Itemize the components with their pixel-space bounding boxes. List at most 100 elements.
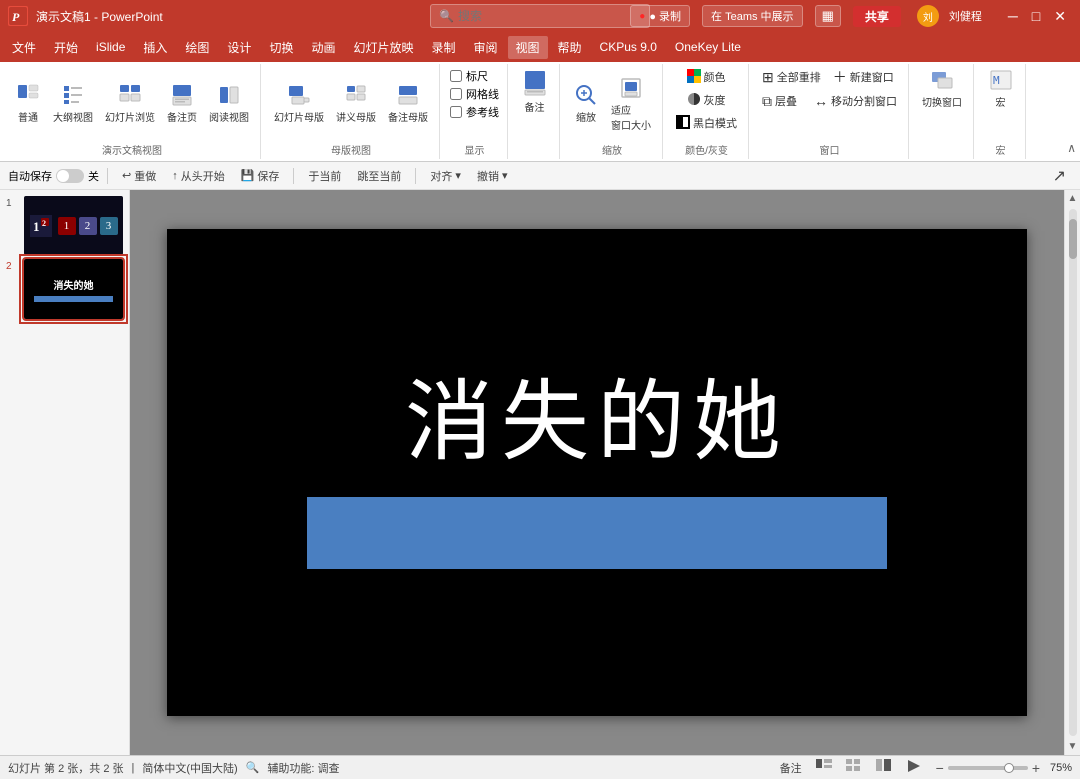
outline-view-btn[interactable]: 大纲视图 bbox=[48, 81, 98, 127]
canvas-area[interactable]: 消失的她 bbox=[130, 190, 1064, 755]
slide-info: 幻灯片 第 2 张，共 2 张 bbox=[8, 760, 124, 776]
comments-btn[interactable]: 备注 bbox=[776, 759, 806, 777]
handout-master-btn[interactable]: 讲义母版 bbox=[331, 81, 381, 127]
menu-home[interactable]: 开始 bbox=[46, 36, 86, 59]
menu-file[interactable]: 文件 bbox=[4, 36, 44, 59]
align-btn[interactable]: 对齐 ▾ bbox=[424, 166, 467, 186]
num1: 1 bbox=[58, 217, 76, 235]
zoom-out-btn[interactable]: − bbox=[936, 760, 944, 776]
search-bar[interactable]: 🔍 bbox=[430, 4, 650, 28]
reading-view-status-btn[interactable] bbox=[872, 758, 896, 777]
normal-view-btn[interactable]: 普通 bbox=[10, 81, 46, 127]
save-btn[interactable]: 💾 保存 bbox=[235, 166, 286, 186]
share-label: 共享 bbox=[865, 8, 889, 25]
slideshow-status-btn[interactable] bbox=[902, 758, 926, 777]
color-btn[interactable]: 颜色 bbox=[682, 66, 732, 88]
scroll-thumb[interactable] bbox=[1069, 219, 1077, 259]
menu-transitions[interactable]: 切换 bbox=[261, 36, 301, 59]
menu-record[interactable]: 录制 bbox=[423, 36, 463, 59]
menu-view[interactable]: 视图 bbox=[508, 36, 548, 59]
ribbon-group-zoom: 缩放 适应窗口大小 缩放 bbox=[562, 64, 663, 159]
outline-view-icon bbox=[62, 84, 84, 109]
grayscale-btn[interactable]: 灰度 bbox=[682, 89, 732, 111]
from-start-btn[interactable]: ↑ 从头开始 bbox=[166, 166, 231, 186]
teams-button[interactable]: 在 Teams 中展示 bbox=[702, 5, 803, 27]
status-bar: 幻灯片 第 2 张，共 2 张 | 简体中文(中国大陆) 🔍 辅助功能: 调查 … bbox=[0, 755, 1080, 779]
slide-2-title-text: 消失的她 bbox=[54, 277, 94, 292]
fit-window-icon bbox=[620, 77, 642, 102]
to-current-btn[interactable]: 跳至当前 bbox=[351, 166, 407, 186]
zoom-btn[interactable]: 缩放 bbox=[568, 81, 604, 127]
handout-master-icon bbox=[345, 84, 367, 109]
bw-btn[interactable]: 黑白模式 bbox=[671, 112, 742, 134]
guides-checkbox[interactable]: 参考线 bbox=[450, 104, 499, 120]
undo2-btn[interactable]: 撤销 ▾ bbox=[471, 166, 514, 186]
slide-panel[interactable]: 1 1 2 1 2 3 bbox=[0, 190, 130, 755]
undo-btn[interactable]: ↩ 重做 bbox=[116, 166, 162, 186]
slide-master-btn[interactable]: 幻灯片母版 bbox=[269, 81, 329, 127]
num3: 3 bbox=[100, 217, 118, 235]
share-button[interactable]: 共享 bbox=[853, 6, 901, 27]
user-avatar[interactable]: 刘 bbox=[917, 5, 939, 27]
menu-review[interactable]: 审阅 bbox=[466, 36, 506, 59]
macro-btn[interactable]: M 宏 bbox=[983, 66, 1019, 112]
gridlines-check[interactable] bbox=[450, 88, 462, 100]
scroll-down-arrow[interactable]: ▼ bbox=[1065, 738, 1080, 755]
menu-draw[interactable]: 绘图 bbox=[177, 36, 217, 59]
window-group-label: 窗口 bbox=[820, 142, 840, 157]
minimize-button[interactable]: ─ bbox=[1002, 6, 1024, 26]
notes-btn[interactable]: 备注 bbox=[517, 66, 553, 118]
undo2-label: 撤销 bbox=[477, 168, 499, 184]
reading-view-label: 阅读视图 bbox=[209, 109, 249, 124]
notes-page-btn[interactable]: 备注页 bbox=[162, 81, 202, 127]
fit-window-btn[interactable]: 适应窗口大小 bbox=[606, 74, 656, 135]
scroll-track[interactable] bbox=[1069, 209, 1077, 736]
arrange-all-label: 全部重排 bbox=[777, 69, 821, 85]
cursor-pos: ↗ bbox=[1047, 164, 1072, 188]
menu-design[interactable]: 设计 bbox=[219, 36, 259, 59]
present-icon: ▦ bbox=[822, 8, 834, 24]
menu-help[interactable]: 帮助 bbox=[550, 36, 590, 59]
switch-window-btn[interactable]: 切换窗口 bbox=[917, 66, 967, 112]
guides-check[interactable] bbox=[450, 106, 462, 118]
slide-thumb-1[interactable]: 1 1 2 1 2 3 bbox=[22, 194, 125, 257]
switch-window-icon bbox=[931, 69, 953, 94]
scroll-up-arrow[interactable]: ▲ bbox=[1065, 190, 1080, 207]
menu-onekey[interactable]: OneKey Lite bbox=[667, 37, 749, 57]
slide-sorter-btn[interactable]: 幻灯片浏览 bbox=[100, 81, 160, 127]
restore-button[interactable]: □ bbox=[1026, 6, 1046, 26]
ribbon-expand-btn[interactable]: ∧ bbox=[1067, 64, 1076, 159]
menu-slideshow[interactable]: 幻灯片放映 bbox=[345, 36, 421, 59]
title-bar: P 演示文稿1 - PowerPoint 🔍 ● ● 录制 在 Teams 中展… bbox=[0, 0, 1080, 32]
menu-animations[interactable]: 动画 bbox=[303, 36, 343, 59]
ruler-checkbox[interactable]: 标尺 bbox=[450, 68, 499, 84]
right-scrollbar[interactable]: ▲ ▼ bbox=[1064, 190, 1080, 755]
zoom-slider[interactable] bbox=[948, 766, 1028, 770]
autosave-toggle[interactable]: 自动保存 关 bbox=[8, 168, 99, 184]
slide-1-preview: 1 2 1 2 3 bbox=[24, 196, 123, 255]
sorter-view-status-btn[interactable] bbox=[842, 758, 866, 777]
menu-islide[interactable]: iSlide bbox=[88, 37, 133, 57]
arrange-all-btn[interactable]: ⊞ 全部重排 bbox=[757, 66, 826, 88]
at-current-btn[interactable]: 于当前 bbox=[302, 166, 347, 186]
notes-master-btn[interactable]: 备注母版 bbox=[383, 81, 433, 127]
normal-view-status-btn[interactable] bbox=[812, 758, 836, 777]
zoom-in-btn[interactable]: + bbox=[1032, 760, 1040, 776]
cascade-btn[interactable]: ⧉ 层叠 bbox=[757, 90, 807, 112]
present-mode-button[interactable]: ▦ bbox=[815, 5, 841, 27]
close-button[interactable]: ✕ bbox=[1048, 6, 1072, 27]
ruler-check[interactable] bbox=[450, 70, 462, 82]
menu-ckpus[interactable]: CKPus 9.0 bbox=[592, 37, 665, 57]
status-sep1: | bbox=[132, 762, 135, 774]
reading-view-btn[interactable]: 阅读视图 bbox=[204, 81, 254, 127]
toggle-track[interactable] bbox=[56, 169, 84, 183]
zoom-level[interactable]: 75% bbox=[1044, 762, 1072, 774]
gridlines-checkbox[interactable]: 网格线 bbox=[450, 86, 499, 102]
master-view-buttons: 幻灯片母版 讲义母版 bbox=[269, 66, 433, 142]
menu-insert[interactable]: 插入 bbox=[135, 36, 175, 59]
slide-thumb-2[interactable]: 2 消失的她 bbox=[22, 257, 125, 320]
svg-text:1: 1 bbox=[33, 219, 40, 234]
split-btn[interactable]: ↔ 移动分割窗口 bbox=[809, 90, 902, 112]
search-input[interactable] bbox=[458, 9, 641, 23]
new-window-btn[interactable]: ＋ 新建窗口 bbox=[828, 66, 899, 88]
